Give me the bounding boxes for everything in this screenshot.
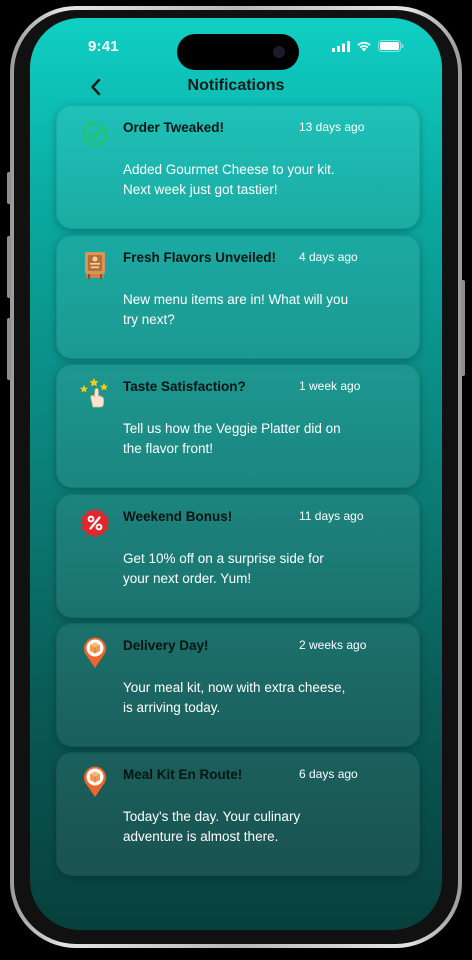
power-button [461,280,465,376]
stars-rating-icon [78,376,112,410]
notification-title: Weekend Bonus! [123,509,233,524]
notification-time: 1 week ago [299,379,361,393]
notification-title: Delivery Day! [123,638,209,653]
dynamic-island [177,34,299,70]
notification-body: Get 10% off on a surprise side for your … [123,551,324,586]
notification-title: Meal Kit En Route! [123,767,243,782]
notification-body: New menu items are in! What will you try… [123,292,349,327]
wifi-icon [357,41,371,52]
notification-time: 13 days ago [299,120,365,134]
notification-time: 2 weeks ago [299,638,367,652]
check-circle-icon [78,117,112,151]
page-title: Notifications [187,77,285,94]
menu-board-icon [78,247,112,281]
status-icons [332,40,404,52]
notification-time: 6 days ago [299,767,358,781]
notification-body: Added Gourmet Cheese to your kit. Next w… [123,162,335,197]
status-time: 9:41 [88,38,119,55]
notification-card[interactable]: Fresh Flavors Unveiled! 4 days ago New m… [56,235,420,359]
nav-bar: Notifications [30,74,442,100]
notification-card[interactable]: Taste Satisfaction? 1 week ago Tell us h… [56,364,420,488]
cellular-signal-icon [332,40,350,52]
camera-icon [273,46,285,58]
notification-card[interactable]: Order Tweaked! 13 days ago Added Gourmet… [56,105,420,229]
notification-title: Fresh Flavors Unveiled! [123,250,277,265]
notification-time: 4 days ago [299,250,358,264]
screen: 9:41 Notifications Order Tweaked! 13 day… [30,18,442,930]
delivery-pin-icon [78,764,112,798]
notification-body: Tell us how the Veggie Platter did on th… [123,421,341,456]
notification-time: 11 days ago [299,509,364,523]
notification-card[interactable]: Meal Kit En Route! 6 days ago Today's th… [56,752,420,876]
volume-down-button [7,318,11,380]
notification-card[interactable]: Delivery Day! 2 weeks ago Your meal kit,… [56,623,420,747]
notification-body: Your meal kit, now with extra cheese, is… [123,680,346,715]
silent-switch [7,172,11,204]
notification-title: Taste Satisfaction? [123,379,246,394]
notification-card[interactable]: Weekend Bonus! 11 days ago Get 10% off o… [56,494,420,618]
notification-title: Order Tweaked! [123,120,225,135]
battery-icon [378,40,404,52]
notification-body: Today's the day. Your culinary adventure… [123,809,301,844]
volume-up-button [7,236,11,298]
discount-badge-icon [78,506,112,540]
delivery-pin-icon [78,635,112,669]
